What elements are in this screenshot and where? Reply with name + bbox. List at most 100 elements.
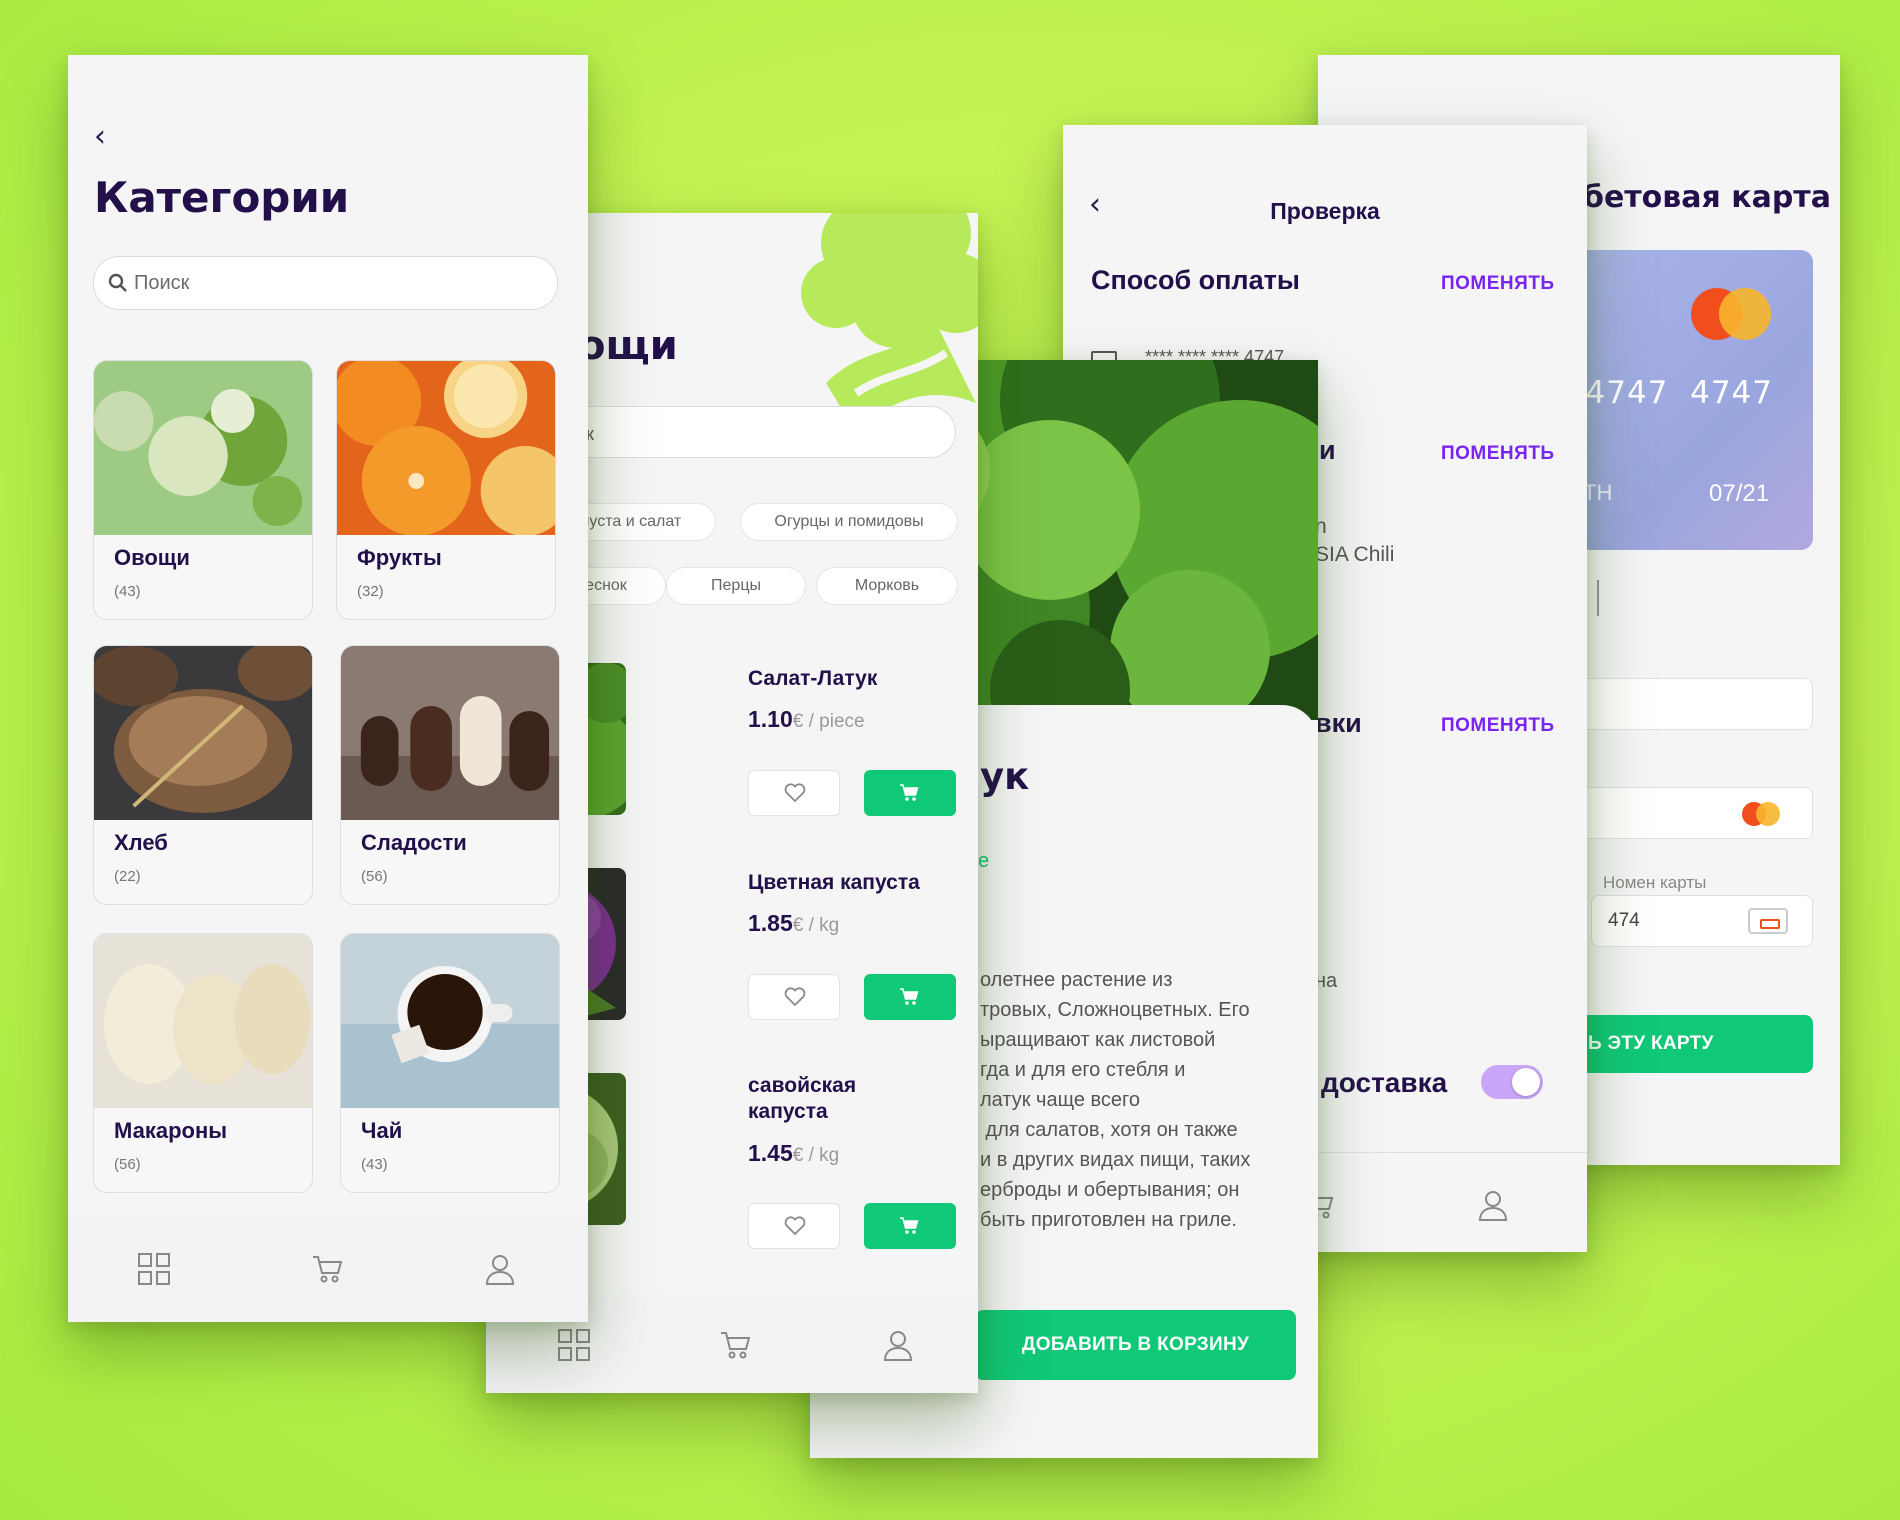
category-card-fruits[interactable]: Фрукты (32)	[336, 360, 556, 620]
product-link[interactable]: е	[978, 850, 989, 873]
categories-title: Категории	[94, 173, 350, 222]
add-to-cart-button[interactable]: ДОБАВИТЬ В КОРЗИНУ	[975, 1310, 1296, 1380]
category-name: Макароны	[114, 1118, 228, 1143]
heart-icon	[784, 987, 806, 1007]
checkout-title: Проверка	[1270, 198, 1380, 224]
bread-image	[94, 646, 312, 820]
categories-screen: ‹ Категории Поиск Овощи (43) Фрукты (32)…	[68, 55, 588, 1322]
category-name: Хлеб	[114, 830, 168, 855]
cart-nav-icon[interactable]	[310, 1251, 346, 1287]
card-screen-title: бетовая карта	[1583, 180, 1831, 215]
category-count: (56)	[114, 1156, 141, 1173]
description-line: для салатов, хотя он также	[980, 1119, 1238, 1141]
section3-title: вки	[1315, 708, 1362, 738]
description-line: латук чаще всего	[980, 1089, 1140, 1111]
address-line-2: SIA Chili	[1315, 543, 1395, 566]
product-price: 1.85€ / kg	[748, 910, 839, 937]
category-card-vegetables[interactable]: Овощи (43)	[93, 360, 313, 620]
favorite-button[interactable]	[748, 974, 840, 1020]
category-count: (43)	[114, 583, 141, 600]
category-card-tea[interactable]: Чай (43)	[340, 933, 560, 1193]
product-description: олетнее растение из тровых, Сложноцветны…	[980, 965, 1318, 1235]
price-value: 1.10	[748, 706, 793, 732]
section2-title: и	[1319, 435, 1336, 465]
add-cart-button[interactable]	[864, 974, 956, 1020]
heart-icon	[784, 783, 806, 803]
category-name: Сладости	[361, 830, 467, 855]
category-name: Фрукты	[357, 545, 442, 570]
pasta-image	[94, 934, 312, 1108]
price-value: 1.45	[748, 1140, 793, 1166]
category-card-bread[interactable]: Хлеб (22)	[93, 645, 313, 905]
card-number-value: 474	[1608, 910, 1640, 931]
price-unit: € / kg	[792, 1145, 840, 1166]
categories-search-input[interactable]: Поиск	[93, 256, 558, 310]
add-cart-button[interactable]	[864, 1203, 956, 1249]
card-type-field[interactable]	[1583, 787, 1813, 839]
category-name: Овощи	[114, 545, 190, 570]
filter-pill-carrot[interactable]: Морковь	[816, 567, 958, 605]
change-address-link[interactable]: ПОМЕНЯТЬ	[1441, 443, 1555, 465]
description-line: ыращивают как листовой	[980, 1029, 1216, 1051]
vegetables-title: ощи	[578, 323, 678, 369]
card-number-field[interactable]: 474	[1591, 895, 1813, 947]
tea-image	[341, 934, 559, 1108]
delivery-label: доставка	[1321, 1067, 1448, 1098]
credit-card-icon	[1748, 908, 1788, 934]
product-name[interactable]: Салат-Латук	[748, 666, 877, 692]
mastercard-small-icon	[1742, 802, 1782, 826]
profile-nav-icon[interactable]	[880, 1327, 916, 1363]
description-line: тровых, Сложноцветных. Его	[980, 999, 1250, 1021]
payment-method-title: Способ оплаты	[1091, 265, 1300, 295]
profile-nav-icon[interactable]	[1475, 1187, 1511, 1223]
cart-nav-icon[interactable]	[718, 1327, 754, 1363]
category-card-sweets[interactable]: Сладости (56)	[340, 645, 560, 905]
cart-icon	[900, 1217, 919, 1234]
card-name-field[interactable]	[1583, 678, 1813, 730]
description-line: олетнее растение из	[980, 969, 1173, 991]
mastercard-logo-icon	[1691, 288, 1771, 340]
vegetables-image	[94, 361, 312, 535]
add-cart-button[interactable]	[864, 770, 956, 816]
grid-nav-icon[interactable]	[556, 1327, 592, 1363]
description-line: ерброды и обертывания; он	[980, 1179, 1240, 1201]
search-placeholder: Поиск	[134, 272, 190, 294]
vegetables-search-input[interactable]: ск	[546, 406, 956, 458]
delivery-info: на	[1315, 970, 1338, 992]
description-line: и в других видах пищи, таких	[980, 1149, 1251, 1171]
product-price: 1.10€ / piece	[748, 706, 865, 733]
product-title: ук	[980, 755, 1030, 798]
search-icon	[108, 273, 127, 292]
profile-nav-icon[interactable]	[482, 1251, 518, 1287]
save-card-button[interactable]: Ь ЭТУ КАРТУ	[1583, 1015, 1813, 1073]
category-count: (22)	[114, 868, 141, 885]
product-name[interactable]: Цветная капуста	[748, 870, 920, 896]
category-count: (43)	[361, 1156, 388, 1173]
change-delivery-link[interactable]: ПОМЕНЯТЬ	[1441, 715, 1555, 737]
cart-icon	[900, 988, 919, 1005]
card-holder: ТН	[1583, 480, 1613, 505]
filter-pill-peppers[interactable]: Перцы	[666, 567, 806, 605]
category-count: (32)	[357, 583, 384, 600]
category-count: (56)	[361, 868, 388, 885]
change-payment-link[interactable]: ПОМЕНЯТЬ	[1441, 273, 1555, 295]
broccoli-decoration	[801, 213, 978, 433]
filter-pill-cucumbers[interactable]: Огурцы и помидовы	[740, 503, 958, 541]
bottom-nav	[68, 1217, 588, 1322]
description-line: быть приготовлен на гриле.	[980, 1209, 1237, 1231]
category-card-pasta[interactable]: Макароны (56)	[93, 933, 313, 1193]
price-unit: € / piece	[792, 711, 865, 732]
product-price: 1.45€ / kg	[748, 1140, 839, 1167]
favorite-button[interactable]	[748, 1203, 840, 1249]
grid-nav-icon[interactable]	[136, 1251, 172, 1287]
card-number-display: 4747 4747	[1585, 375, 1773, 411]
back-chevron-icon[interactable]: ‹	[94, 119, 106, 154]
bank-card: 4747 4747 ТН 07/21	[1583, 250, 1813, 550]
description-line: гда и для его стебля и	[980, 1059, 1186, 1081]
category-name: Чай	[361, 1118, 403, 1143]
card-number-label: Номен карты	[1603, 873, 1707, 892]
favorite-button[interactable]	[748, 770, 840, 816]
delivery-toggle[interactable]	[1481, 1065, 1543, 1099]
product-name[interactable]: савойская капуста	[748, 1073, 898, 1125]
sweets-image	[341, 646, 559, 820]
